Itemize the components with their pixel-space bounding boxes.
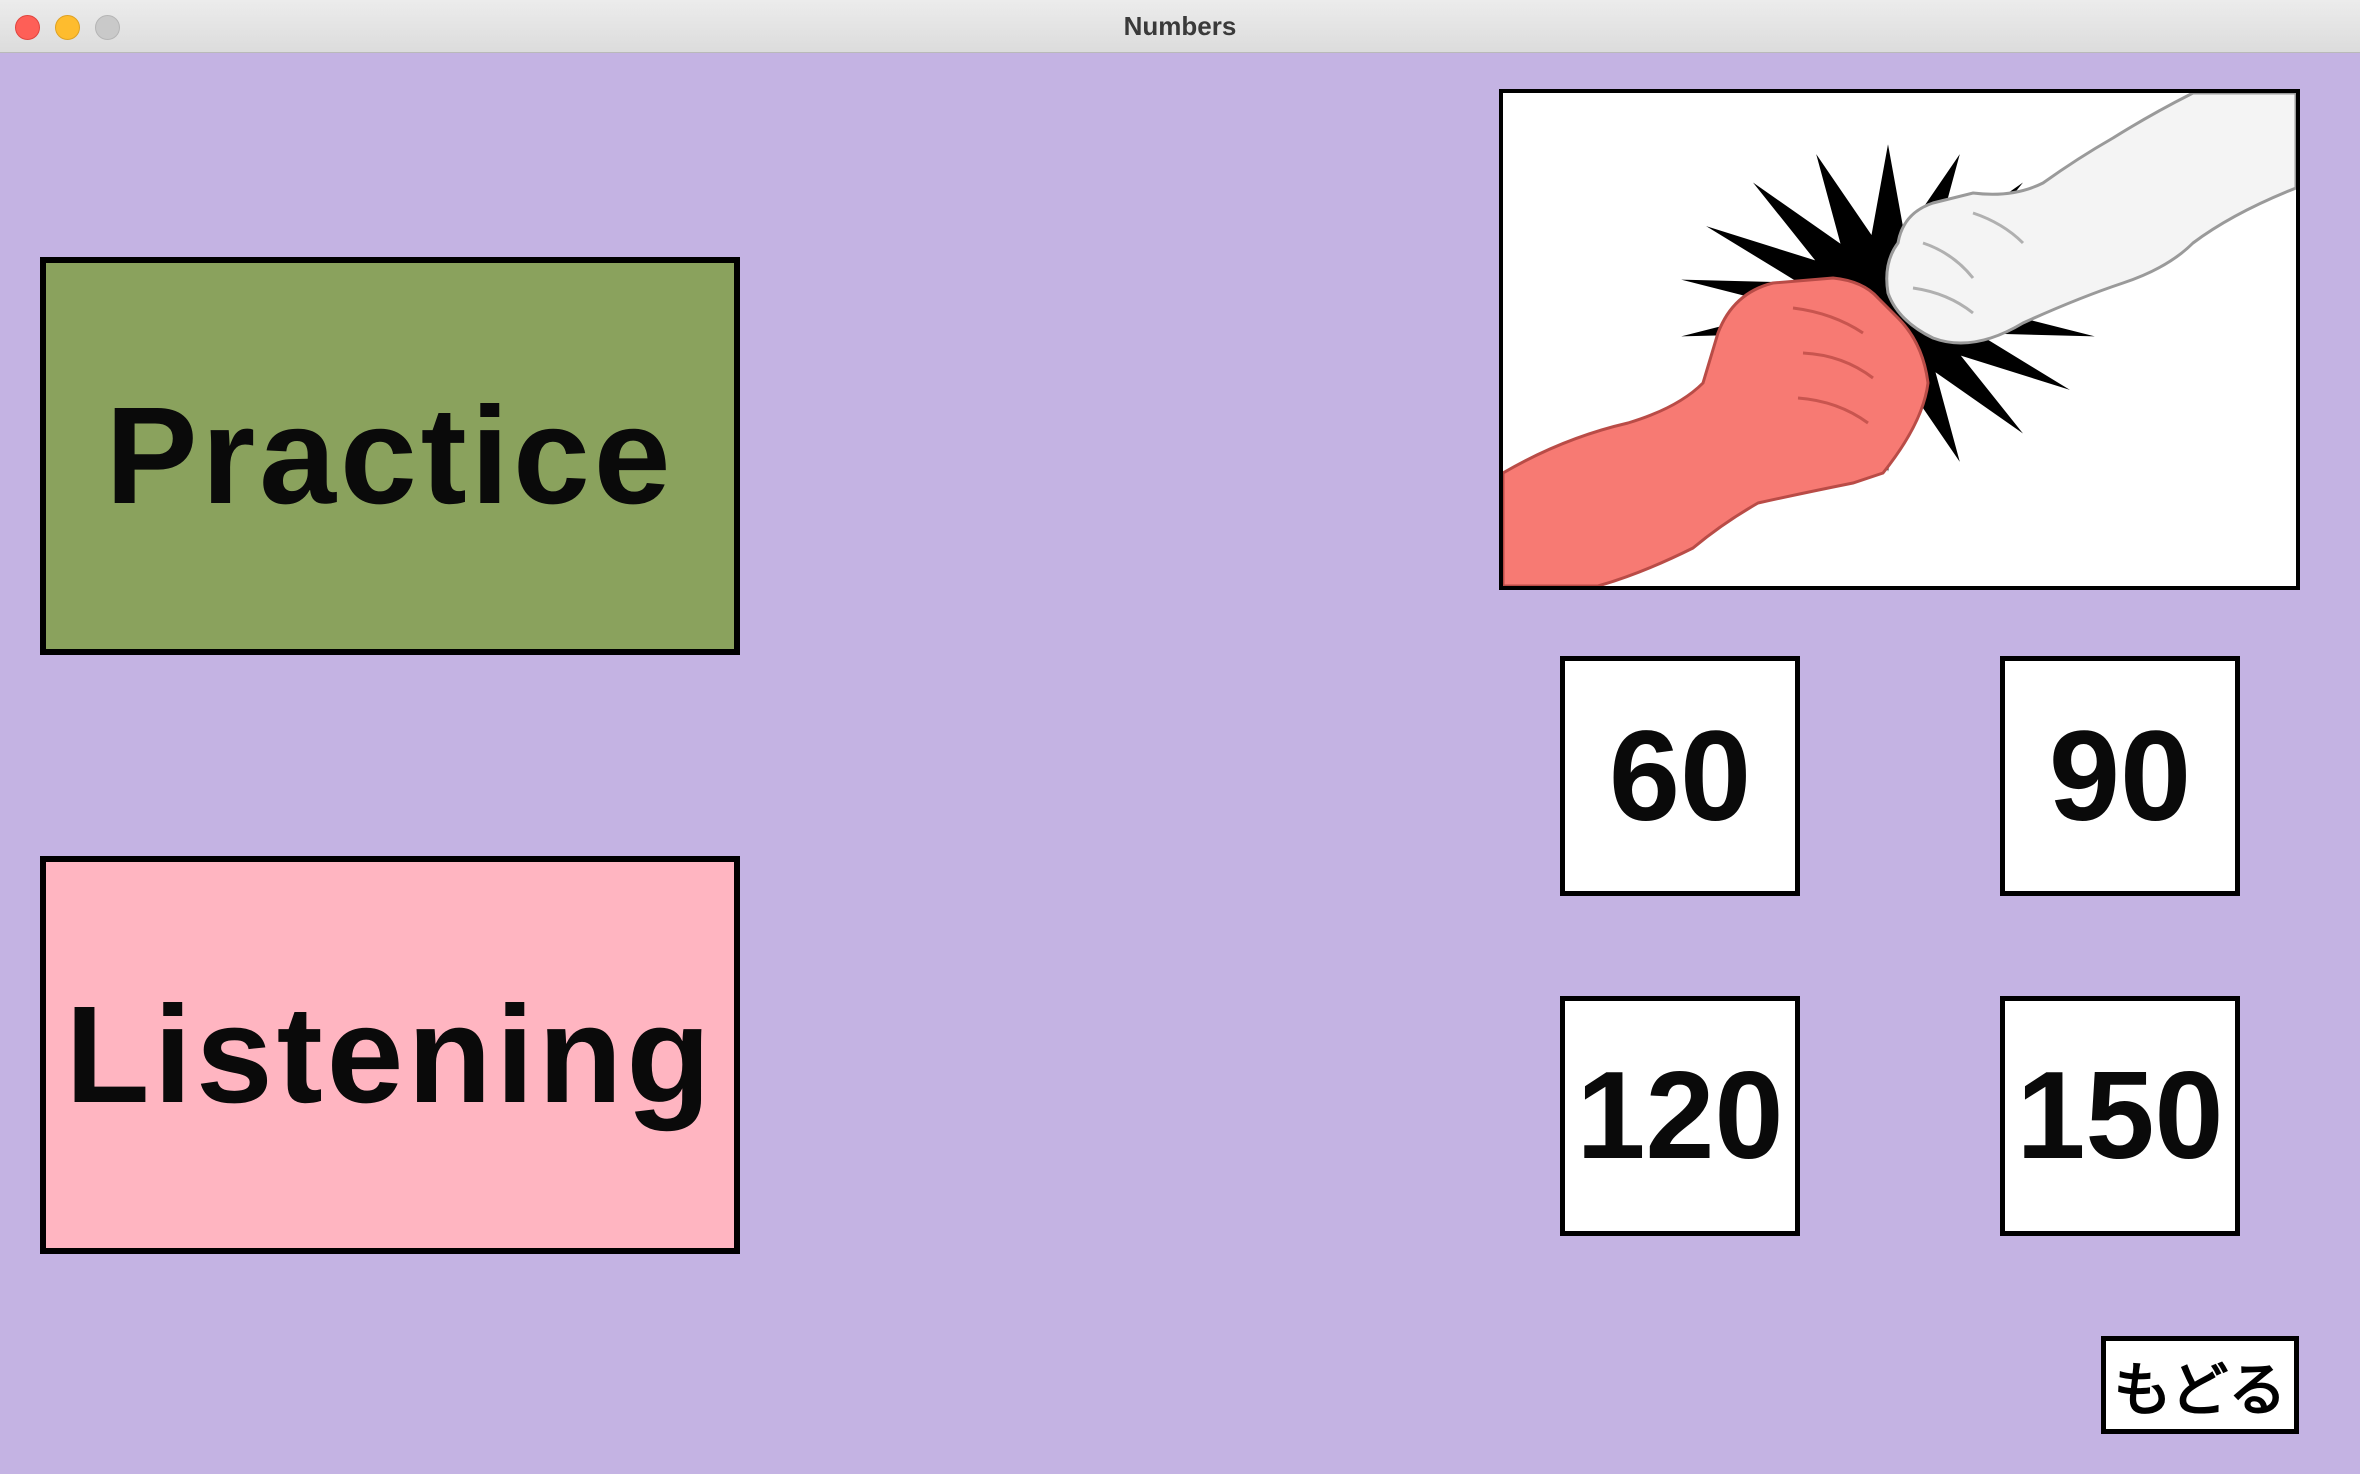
- app-window: Numbers Practice Listening 60 90 120 150…: [0, 0, 2360, 1474]
- practice-button[interactable]: Practice: [40, 257, 740, 655]
- back-button[interactable]: もどる: [2101, 1336, 2299, 1434]
- fist-bump-picture: [1499, 89, 2300, 590]
- back-button-label: もどる: [2113, 1358, 2287, 1423]
- title-bar: Numbers: [0, 0, 2360, 53]
- answer-card-label: 150: [2016, 1047, 2224, 1185]
- listening-button[interactable]: Listening: [40, 856, 740, 1254]
- answer-card-60[interactable]: 60: [1560, 656, 1800, 896]
- white-fist: [1885, 93, 2296, 345]
- answer-card-label: 90: [2048, 704, 2192, 848]
- answer-card-150[interactable]: 150: [2000, 996, 2240, 1236]
- fist-bump-illustration-icon: [1503, 93, 2296, 586]
- red-fist: [1503, 276, 1930, 586]
- listening-button-label: Listening: [65, 977, 715, 1132]
- answer-card-90[interactable]: 90: [2000, 656, 2240, 896]
- answer-card-label: 60: [1608, 704, 1752, 848]
- window-title: Numbers: [1123, 11, 1237, 41]
- answer-card-label: 120: [1576, 1047, 1784, 1185]
- practice-button-label: Practice: [105, 378, 675, 533]
- answer-card-120[interactable]: 120: [1560, 996, 1800, 1236]
